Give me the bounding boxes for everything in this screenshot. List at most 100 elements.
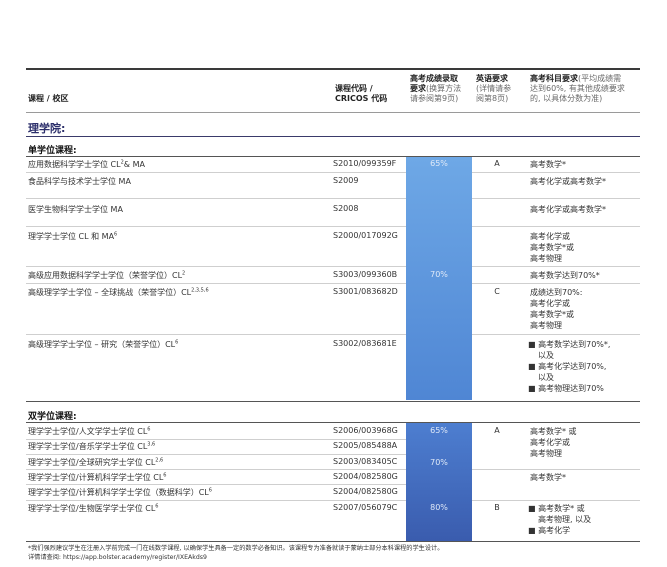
course-name: 理学学士学位/全球研究学士学位 CL	[28, 458, 156, 467]
subject-req-list: 高考数学* 或 高考化学或 高考物理	[530, 426, 577, 459]
subject-req-line: 高考物理, 以及	[538, 515, 592, 524]
header-subject: 高考科目要求(平均成绩需 达到60%, 有其他成绩要求 的, 以具体分数为准)	[530, 74, 625, 104]
course-code: S3003/099360B	[333, 270, 398, 279]
header-eng-line1: 英语要求	[476, 74, 508, 83]
course-sup: 2,3,5,6	[191, 287, 209, 294]
table-row: 应用数据科学学士学位 CL2& MA	[28, 159, 145, 170]
table-row: 高级理学学士学位 – 全球挑战（荣誉学位）CL2,3,5,6	[28, 287, 209, 298]
table-row: 理学学士学位/计算机科学学士学位 CL6	[28, 472, 166, 483]
table-row: 理学学士学位/音乐学学士学位 CL3,6	[28, 441, 155, 452]
single-bottom-rule	[26, 401, 640, 402]
single-title-rule	[26, 156, 640, 157]
row-divider	[26, 172, 406, 173]
subject-req-text: 高考物理达到70%	[538, 384, 604, 393]
english-grade: C	[494, 287, 500, 296]
header-subj-line2: 达到60%, 有其他成绩要求	[530, 84, 625, 93]
double-score-65: 65%	[430, 426, 448, 435]
row-divider	[26, 439, 406, 440]
subject-req: 高考数学*	[530, 473, 566, 482]
course-name: 高级应用数据科学学士学位（荣誉学位）CL	[28, 271, 183, 280]
course-code: S2004/082580G	[333, 472, 398, 481]
course-sup: 6	[208, 487, 212, 494]
header-top-rule	[26, 68, 640, 70]
table-row: 理学学士学位/计算机科学学士学位（数据科学）CL6	[28, 487, 212, 498]
course-sup: 2,6	[155, 457, 164, 464]
row-divider	[472, 334, 640, 335]
subject-req-line: ■ 高考物理达到70%	[528, 384, 604, 393]
subject-req-line: 以及	[538, 351, 554, 360]
footnote-line2: 详情请查阅: https://app.bolster.academy/regis…	[28, 554, 207, 561]
double-bottom-rule	[26, 541, 640, 542]
row-divider	[472, 172, 640, 173]
row-divider	[26, 334, 406, 335]
double-degree-title: 双学位课程:	[28, 412, 77, 422]
faculty-rule	[26, 136, 640, 137]
course-sup: 6	[114, 231, 118, 238]
header-code-line2: CRICOS 代码	[335, 94, 388, 103]
table-row: 高级理学学士学位 – 研究（荣誉学位）CL6	[28, 339, 178, 350]
course-sup: 6	[155, 503, 159, 510]
row-divider	[26, 454, 406, 455]
table-row: 理学学士学位/生物医学学士学位 CL6	[28, 503, 158, 514]
header-score-line3: 请参阅第9页)	[410, 94, 459, 103]
subject-req-line: 高考物理	[530, 254, 562, 263]
english-grade: A	[494, 426, 500, 435]
table-row: 食品科学与技术学士学位 MA	[28, 176, 131, 187]
english-grade: B	[494, 503, 500, 512]
table-row: 高级应用数据科学学士学位（荣誉学位）CL2	[28, 270, 185, 281]
subject-req-line: 高考物理	[530, 449, 562, 458]
course-name: 理学学士学位/人文学学士学位 CL	[28, 427, 148, 436]
course-code: S2010/099359F	[333, 159, 397, 168]
course-code: S2009	[333, 176, 359, 185]
row-divider	[26, 198, 406, 199]
course-tail: & MA	[123, 160, 145, 169]
course-code: S2004/082580G	[333, 487, 398, 496]
row-divider	[26, 484, 406, 485]
header-eng-line3: 阅第8页)	[476, 94, 509, 103]
subject-req-line: 高考物理	[530, 321, 562, 330]
header-subj-line1-bold: 高考科目要求	[530, 74, 578, 83]
subject-req-line: 高考化学或	[530, 438, 570, 447]
header-score-line1: 高考成绩录取	[410, 74, 458, 83]
course-name: 医学生物科学学士学位 MA	[28, 205, 123, 214]
row-divider	[26, 469, 406, 470]
table-row: 理学学士学位/人文学学士学位 CL6	[28, 426, 150, 437]
course-code: S2003/083405C	[333, 457, 398, 466]
course-sup: 6	[147, 426, 151, 433]
subject-req-list: ■ 高考数学* 或 高考物理, 以及 ■ 高考化学	[528, 503, 591, 536]
table-row: 医学生物科学学士学位 MA	[28, 204, 123, 215]
header-score-line2: 要求(换算方法	[410, 84, 461, 94]
subject-req-line: ■ 高考数学* 或	[528, 504, 585, 513]
single-degree-title: 单学位课程:	[28, 146, 77, 156]
subject-req-text: 高考化学	[538, 526, 571, 535]
header-bottom-rule	[26, 112, 640, 113]
course-name: 理学学士学位/计算机科学学士学位（数据科学）CL	[28, 488, 209, 497]
row-divider	[472, 266, 640, 267]
header-english: 英语要求 (详情请参 阅第8页)	[476, 74, 511, 104]
subject-req-line: 以及	[538, 373, 554, 382]
course-name: 高级理学学士学位 – 全球挑战（荣誉学位）CL	[28, 288, 192, 297]
subject-req-line: 高考化学或	[530, 299, 570, 308]
subject-req: 高考化学或高考数学*	[530, 177, 606, 186]
course-code: S2006/003968G	[333, 426, 398, 435]
row-divider	[472, 198, 640, 199]
header-course-campus: 课程 / 校区	[28, 94, 69, 103]
subject-req-text: 高考数学* 或	[538, 504, 585, 513]
course-name: 理学学士学位/计算机科学学士学位 CL	[28, 473, 164, 482]
subject-req: 高考化学或高考数学*	[530, 205, 606, 214]
footnote-line1: *我们强烈建议学生在注册入学前完成一门在线数学课程, 以确保学生具备一定的数学必…	[28, 545, 444, 552]
row-divider	[472, 500, 640, 501]
subject-req-line: 高考化学或	[530, 232, 570, 241]
subject-req-line: ■ 高考化学达到70%,	[528, 362, 607, 371]
double-score-80: 80%	[430, 503, 448, 512]
course-code: S2007/056079C	[333, 503, 398, 512]
row-divider	[26, 226, 406, 227]
table-row: 理学学士学位 CL 和 MA6	[28, 231, 117, 242]
course-code: S3002/083681E	[333, 339, 397, 348]
course-name: 食品科学与技术学士学位 MA	[28, 177, 131, 186]
subject-req-line: 高考数学*或	[530, 310, 574, 319]
course-sup: 2	[182, 270, 186, 277]
double-score-70: 70%	[430, 458, 448, 467]
course-name: 理学学士学位/生物医学学士学位 CL	[28, 504, 156, 513]
single-score-70: 70%	[430, 270, 448, 279]
